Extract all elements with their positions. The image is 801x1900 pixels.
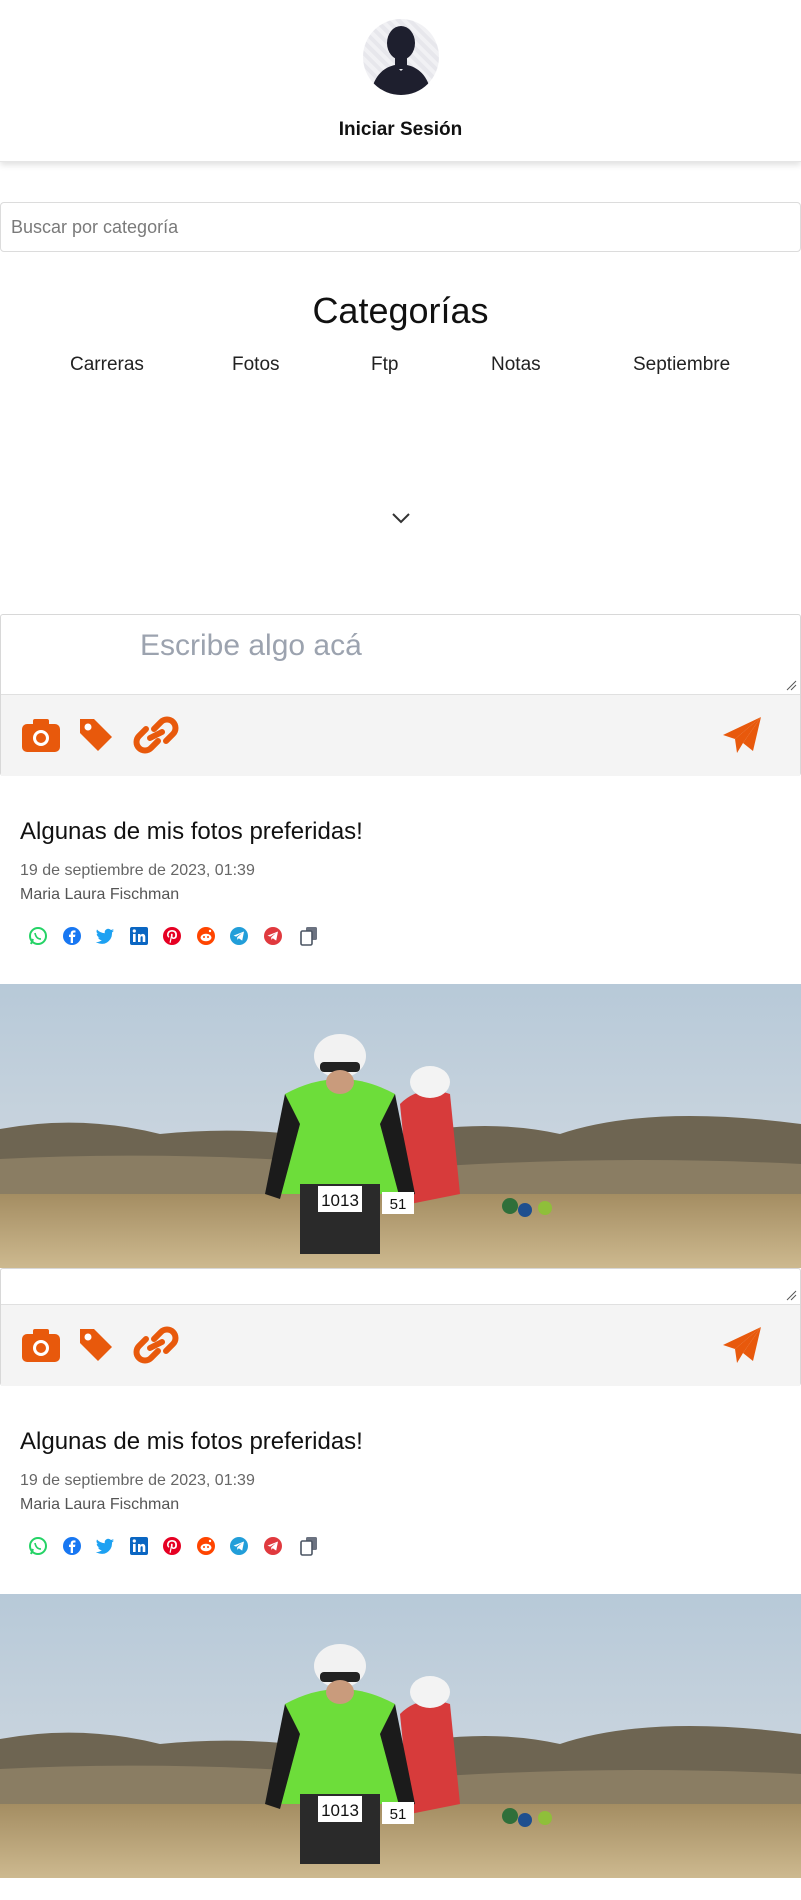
category-item-septiembre[interactable]: Septiembre [633,354,730,376]
chevron-down-icon[interactable] [388,505,414,531]
avatar[interactable] [363,19,439,95]
post-title[interactable]: Algunas de mis fotos preferidas! [20,1428,363,1456]
post-card: Algunas de mis fotos preferidas! 19 de s… [0,818,801,983]
post-photo[interactable]: 1013 51 [0,984,801,1268]
copy-icon[interactable] [299,1536,319,1556]
post-date: 19 de septiembre de 2023, 01:39 [20,1472,255,1489]
user-silhouette-icon [371,26,431,95]
link-icon[interactable] [132,715,180,755]
facebook-icon[interactable] [62,1536,82,1556]
tag-icon[interactable] [78,1325,114,1365]
pinterest-icon[interactable] [162,1536,182,1556]
tag-icon[interactable] [78,715,114,755]
post-photo[interactable]: 1013 51 [0,1594,801,1878]
login-link[interactable]: Iniciar Sesión [0,119,801,141]
race-bib-right: 51 [390,1196,407,1213]
telegram-alt-icon[interactable] [263,926,283,946]
camera-icon[interactable] [21,715,61,755]
cyclist-photo: 1013 51 [0,1594,801,1878]
telegram-alt-icon[interactable] [263,1536,283,1556]
whatsapp-icon[interactable] [28,926,48,946]
post-composer [0,614,801,776]
race-bib-left: 1013 [321,1191,359,1210]
send-icon[interactable] [721,1325,763,1365]
race-bib-left: 1013 [321,1801,359,1820]
link-icon[interactable] [132,1325,180,1365]
facebook-icon[interactable] [62,926,82,946]
category-item-fotos[interactable]: Fotos [232,354,280,376]
post-author[interactable]: Maria Laura Fischman [20,1496,179,1514]
camera-icon[interactable] [21,1325,61,1365]
category-item-carreras[interactable]: Carreras [70,354,144,376]
resize-grip-icon[interactable] [785,679,797,691]
post-textarea[interactable] [1,615,800,693]
linkedin-icon[interactable] [129,1536,149,1556]
category-list: Carreras Fotos Ftp Notas Septiembre [0,354,801,382]
post-card: Algunas de mis fotos preferidas! 19 de s… [0,1428,801,1593]
category-item-notas[interactable]: Notas [491,354,541,376]
profile-header: Iniciar Sesión [0,0,801,162]
cyclist-photo: 1013 51 [0,984,801,1268]
whatsapp-icon[interactable] [28,1536,48,1556]
post-title[interactable]: Algunas de mis fotos preferidas! [20,818,363,846]
post-composer-2 [0,1268,801,1386]
telegram-icon[interactable] [229,1536,249,1556]
race-bib-right: 51 [390,1806,407,1823]
category-item-ftp[interactable]: Ftp [371,354,398,376]
telegram-icon[interactable] [229,926,249,946]
copy-icon[interactable] [299,926,319,946]
composer-toolbar [1,1304,800,1386]
twitter-icon[interactable] [95,926,115,946]
category-search-input[interactable] [0,202,801,252]
post-author[interactable]: Maria Laura Fischman [20,886,179,904]
post-date: 19 de septiembre de 2023, 01:39 [20,862,255,879]
reddit-icon[interactable] [196,926,216,946]
resize-grip-icon[interactable] [785,1289,797,1301]
categories-heading: Categorías [312,290,489,331]
reddit-icon[interactable] [196,1536,216,1556]
linkedin-icon[interactable] [129,926,149,946]
twitter-icon[interactable] [95,1536,115,1556]
pinterest-icon[interactable] [162,926,182,946]
composer-toolbar [1,694,800,776]
send-icon[interactable] [721,715,763,755]
